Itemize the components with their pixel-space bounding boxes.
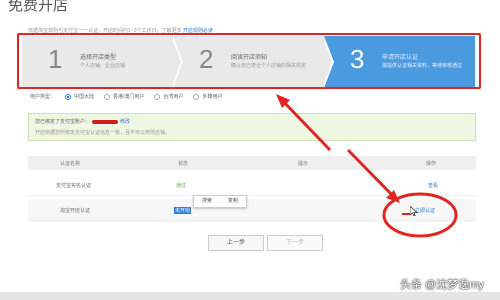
page: 免费开店 依据淘宝规则与支付宝一一认证，开店时间约1~3个工作日，了解更多 开店…: [0, 0, 500, 300]
annotation-arrow-lower: [346, 148, 397, 200]
mouse-cursor-icon: [410, 206, 418, 216]
step-arrow-icon: [171, 36, 183, 88]
annotation-arrow-upper: [278, 96, 332, 152]
watermark-text: 头条 @沈梦逸my: [400, 279, 484, 291]
annotation-circle: [382, 192, 458, 238]
step-arrow-icon: [322, 36, 334, 88]
annotation-overlay: [276, 94, 458, 238]
